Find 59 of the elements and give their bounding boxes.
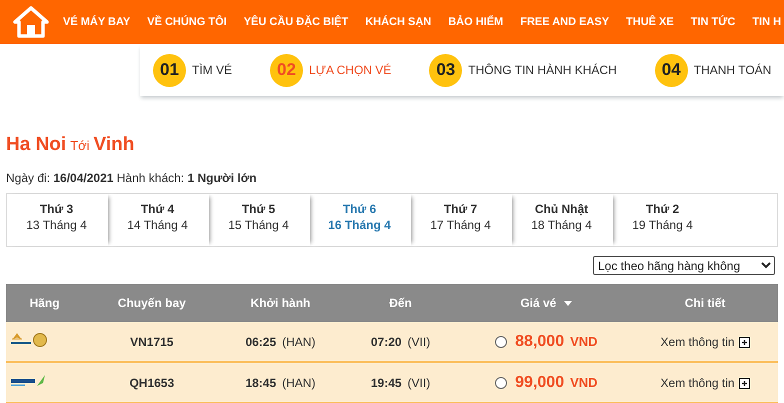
- airline-logo: [10, 332, 48, 348]
- airline-filter-select[interactable]: Lọc theo hãng hàng không: [593, 256, 775, 275]
- step-number: 03: [429, 54, 462, 86]
- column-header: Chuyến bay: [118, 296, 186, 310]
- nav-link[interactable]: BẢO HIỂM: [448, 16, 504, 28]
- date-tab[interactable]: Thứ 5 15 Tháng 4: [209, 194, 310, 246]
- nav-link[interactable]: THUÊ XE: [626, 16, 674, 28]
- currency: VND: [570, 375, 598, 390]
- step-label: TÌM VÉ: [192, 63, 232, 77]
- trip-info: Ngày đi: 16/04/2021 Hành khách: 1 Người lớn: [6, 171, 258, 185]
- expand-icon[interactable]: [738, 336, 750, 348]
- origin-city: Ha Noi: [6, 134, 66, 156]
- nav-link[interactable]: KHÁCH SẠN: [365, 16, 432, 28]
- column-header: Đến: [389, 296, 412, 310]
- date-tab[interactable]: Thứ 3 13 Tháng 4: [7, 194, 108, 246]
- details-link[interactable]: Xem thông tin: [660, 334, 735, 348]
- date-tab[interactable]: Chủ Nhật 18 Tháng 4: [512, 194, 613, 246]
- step-label: LỰA CHỌN VÉ: [309, 63, 392, 77]
- departure-airport: (HAN): [282, 376, 316, 390]
- flight-number: QH1653: [129, 376, 174, 390]
- column-header[interactable]: Giá vé: [520, 296, 556, 310]
- details-link[interactable]: Xem thông tin: [660, 376, 735, 390]
- arrival-airport: (VII): [408, 376, 430, 390]
- step-number: 04: [654, 54, 688, 86]
- fare-radio[interactable]: [495, 336, 508, 348]
- date-tab[interactable]: Thứ 4 14 Tháng 4: [108, 194, 209, 246]
- fare-radio[interactable]: [495, 377, 508, 390]
- fare-price: 99,000: [515, 374, 564, 392]
- arrival-time: 07:20: [370, 334, 402, 348]
- route-connector: Tới: [70, 138, 90, 153]
- step-label: THANH TOÁN: [694, 63, 772, 77]
- home-icon[interactable]: [13, 6, 49, 38]
- column-header: Hãng: [30, 296, 60, 310]
- departure-time: 06:25: [245, 334, 276, 348]
- flight-number: VN1715: [130, 334, 174, 348]
- destination-city: Vinh: [94, 134, 134, 156]
- nav-link[interactable]: VÉ MÁY BAY: [63, 16, 130, 28]
- airline-logo: [10, 374, 48, 388]
- departure-airport: (HAN): [282, 334, 316, 348]
- nav-link[interactable]: FREE AND EASY: [520, 16, 610, 28]
- nav-link[interactable]: YÊU CẦU ĐẶC BIỆT: [244, 16, 348, 28]
- arrival-airport: (VII): [408, 334, 430, 348]
- column-header: Khởi hành: [250, 296, 310, 310]
- arrival-time: 19:45: [370, 376, 402, 390]
- currency: VND: [570, 334, 598, 349]
- step-number: 02: [270, 54, 304, 86]
- nav-link[interactable]: TIN TỨC: [690, 16, 736, 28]
- date-tab[interactable]: Thứ 7 17 Tháng 4: [411, 194, 512, 246]
- step-number: 01: [153, 54, 186, 86]
- sort-caret-icon[interactable]: [564, 301, 572, 306]
- date-tab[interactable]: Thứ 2 19 Tháng 4: [613, 194, 714, 246]
- nav-link[interactable]: VỀ CHÚNG TÔI: [147, 16, 227, 28]
- step-label: THÔNG TIN HÀNH KHÁCH: [468, 63, 617, 77]
- departure-time: 18:45: [245, 376, 276, 390]
- expand-icon[interactable]: [738, 378, 750, 389]
- nav-link[interactable]: TIN H: [752, 16, 782, 28]
- fare-price: 88,000: [515, 332, 564, 350]
- date-tab[interactable]: Thứ 6 16 Tháng 4: [310, 194, 411, 246]
- column-header: Chi tiết: [684, 296, 726, 310]
